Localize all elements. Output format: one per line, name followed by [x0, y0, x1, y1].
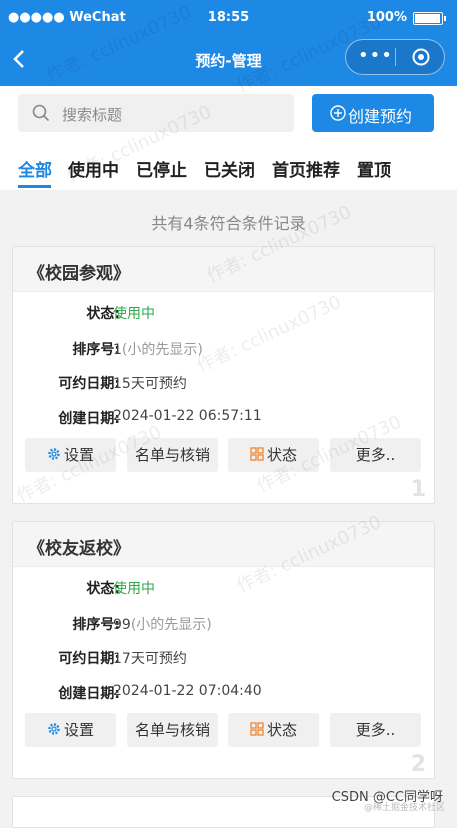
- record-count: 共有4条符合条件记录: [151, 214, 306, 233]
- search-placeholder: 搜索标题: [62, 106, 123, 124]
- create-booking-button[interactable]: 创建预约: [312, 94, 434, 132]
- state-label: 状态: [266, 446, 297, 464]
- card-header: 《校友返校》: [13, 522, 434, 567]
- battery-icon: [413, 12, 446, 25]
- more-label: 更多..: [355, 721, 396, 739]
- card-index: 2: [410, 752, 426, 777]
- days-label: 可约日期:: [58, 376, 120, 392]
- more-label: 更多..: [355, 446, 396, 464]
- list-verify-label: 名单与核销: [134, 721, 210, 739]
- battery-percent: 100%: [366, 10, 407, 25]
- gear-icon: [48, 448, 60, 460]
- search-input[interactable]: 搜索标题: [18, 94, 294, 132]
- list-verify-button[interactable]: 名单与核销: [127, 438, 218, 472]
- days-value: 17天可预约: [113, 651, 187, 667]
- created-label: 创建日期:: [58, 411, 120, 427]
- card-header: 《校园参观》: [13, 247, 434, 292]
- state-button[interactable]: 状态: [228, 713, 319, 747]
- capsule-divider: [395, 48, 396, 66]
- days-value: 15天可预约: [113, 376, 187, 392]
- created-value: 2024-01-22 07:04:40: [113, 683, 262, 699]
- mini-program-capsule: •••: [345, 39, 445, 75]
- card-actions: 设置 名单与核销 状态 更多..: [25, 713, 421, 747]
- tab-in-use[interactable]: 使用中: [68, 156, 119, 181]
- nav-bar: 预约-管理 •••: [0, 34, 457, 86]
- order-value: 99(小的先显示): [113, 617, 212, 633]
- days-label: 可约日期:: [58, 651, 120, 667]
- active-tab-indicator: [18, 185, 51, 188]
- status-value: 使用中: [113, 306, 155, 322]
- tab-pinned[interactable]: 置顶: [357, 156, 391, 181]
- settings-button[interactable]: 设置: [25, 713, 116, 747]
- grid-icon: [250, 722, 264, 736]
- status-bar: ●●●●● WeChat 18:55 100%: [0, 0, 457, 34]
- booking-card: 《校友返校》 状态: 使用中 排序号: 99(小的先显示) 可约日期: 17天可…: [12, 521, 435, 779]
- state-label: 状态: [266, 721, 297, 739]
- more-menu-icon[interactable]: •••: [358, 47, 393, 65]
- filter-tabs: 全部 使用中 已停止 已关闭 首页推荐 置顶: [0, 138, 457, 190]
- settings-button[interactable]: 设置: [25, 438, 116, 472]
- status-value: 使用中: [113, 581, 155, 597]
- list-verify-label: 名单与核销: [134, 446, 210, 464]
- more-button[interactable]: 更多..: [330, 438, 421, 472]
- search-icon: [32, 104, 50, 122]
- order-hint: (小的先显示): [121, 342, 203, 358]
- created-value: 2024-01-22 06:57:11: [113, 408, 262, 424]
- plus-circle-icon: [330, 105, 346, 121]
- tab-all[interactable]: 全部: [18, 156, 52, 181]
- tab-stopped[interactable]: 已停止: [136, 156, 187, 181]
- card-index: 1: [410, 477, 426, 502]
- booking-card: 《校园参观》 状态: 使用中 排序号: 1(小的先显示) 可约日期: 15天可预…: [12, 246, 435, 504]
- state-button[interactable]: 状态: [228, 438, 319, 472]
- gear-icon: [48, 723, 60, 735]
- order-value: 1(小的先显示): [113, 342, 203, 358]
- close-miniprogram-icon[interactable]: [412, 48, 430, 66]
- card-title[interactable]: 《校友返校》: [28, 534, 130, 559]
- order-hint: (小的先显示): [130, 617, 212, 633]
- created-label: 创建日期:: [58, 686, 120, 702]
- settings-label: 设置: [63, 721, 94, 739]
- settings-label: 设置: [63, 446, 94, 464]
- more-button[interactable]: 更多..: [330, 713, 421, 747]
- list-verify-button[interactable]: 名单与核销: [127, 713, 218, 747]
- grid-icon: [250, 447, 264, 461]
- card-actions: 设置 名单与核销 状态 更多..: [25, 438, 421, 472]
- tab-home-recommend[interactable]: 首页推荐: [272, 156, 340, 181]
- search-row: 搜索标题 创建预约: [0, 86, 457, 138]
- create-booking-label: 创建预约: [348, 107, 413, 126]
- source-credit-small: @稀土掘金技术社区: [363, 803, 445, 813]
- tab-closed[interactable]: 已关闭: [204, 156, 255, 181]
- card-title[interactable]: 《校园参观》: [28, 259, 130, 284]
